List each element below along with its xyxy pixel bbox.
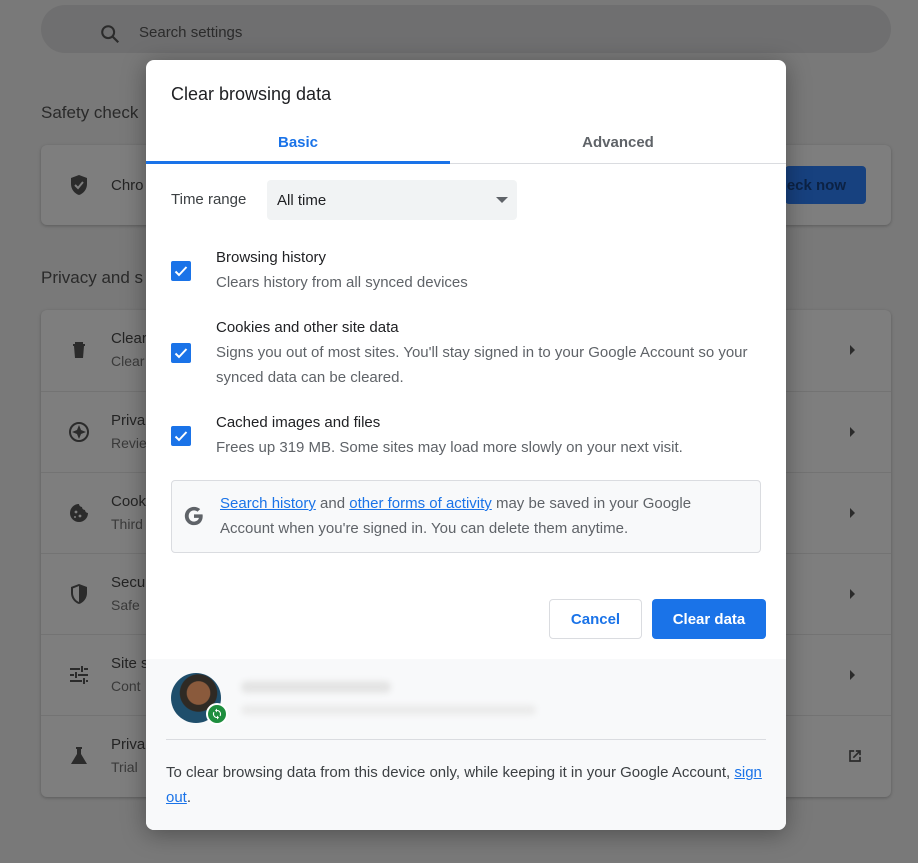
row-subtitle: Cont — [111, 678, 141, 694]
footer-text-after: . — [186, 789, 192, 806]
safety-check-title: Safety check — [41, 103, 139, 122]
row-subtitle: Safe — [111, 597, 140, 613]
cancel-button[interactable]: Cancel — [549, 599, 642, 639]
browsing-history-checkbox[interactable] — [171, 261, 191, 281]
trash-icon — [73, 342, 85, 358]
row-title: Priva — [111, 736, 146, 753]
open-external-icon — [849, 750, 861, 762]
search-placeholder: Search settings — [139, 24, 243, 41]
dialog-title: Clear browsing data — [171, 84, 332, 104]
settings-search-bar[interactable]: Search settings — [41, 5, 891, 53]
checkmark-icon — [174, 266, 188, 277]
dialog-footer: To clear browsing data from this device … — [146, 659, 786, 830]
compass-icon — [69, 422, 89, 442]
footer-divider — [166, 739, 766, 740]
account-name-blurred — [241, 681, 391, 693]
arrow-right-icon — [850, 345, 855, 355]
shield-icon — [71, 584, 87, 604]
account-email-blurred — [241, 705, 536, 715]
google-activity-notice: Search history and other forms of activi… — [171, 480, 761, 553]
time-range-select[interactable]: All time — [267, 180, 517, 220]
checkmark-icon — [174, 431, 188, 442]
option-title: Browsing history — [216, 249, 327, 266]
check-now-button[interactable]: eck now — [785, 166, 866, 204]
cookie-icon — [70, 504, 88, 522]
row-subtitle: Trial — [111, 759, 138, 775]
safety-row-text: Chro — [111, 177, 144, 194]
clear-browsing-data-dialog: Clear browsing data Basic Advanced Time … — [146, 60, 786, 830]
time-range-value: All time — [277, 191, 327, 209]
option-title: Cookies and other site data — [216, 319, 399, 336]
checkmark-icon — [174, 348, 188, 359]
google-notice-text: Search history and other forms of activi… — [220, 491, 745, 541]
arrow-right-icon — [850, 508, 855, 518]
time-range-label: Time range — [171, 191, 247, 208]
cookies-checkbox[interactable] — [171, 343, 191, 363]
row-title: Secu — [111, 574, 146, 591]
cached-images-checkbox[interactable] — [171, 426, 191, 446]
footer-text: To clear browsing data from this device … — [166, 760, 766, 810]
notice-and-text: and — [320, 495, 346, 512]
row-subtitle: Third — [111, 516, 143, 532]
clear-data-button[interactable]: Clear data — [652, 599, 766, 639]
row-subtitle: Clear — [111, 353, 145, 369]
row-title: Clear — [111, 330, 147, 347]
row-title: Priva — [111, 412, 146, 429]
option-description: Signs you out of most sites. You'll stay… — [216, 344, 748, 386]
search-icon — [101, 25, 120, 44]
tab-basic[interactable]: Basic — [146, 120, 450, 164]
arrow-right-icon — [850, 589, 855, 599]
sync-icon — [206, 703, 228, 725]
option-description: Clears history from all synced devices — [216, 274, 468, 291]
option-title: Cached images and files — [216, 414, 381, 431]
privacy-section-title: Privacy and s — [41, 268, 144, 287]
other-activity-link[interactable]: other forms of activity — [349, 495, 492, 512]
arrow-right-icon — [850, 670, 855, 680]
tab-advanced[interactable]: Advanced — [466, 120, 770, 164]
arrow-right-icon — [850, 427, 855, 437]
row-title: Cook — [111, 493, 147, 510]
search-history-link[interactable]: Search history — [220, 495, 316, 512]
row-subtitle: Revie — [111, 435, 147, 451]
row-title: Site s — [111, 655, 149, 672]
dropdown-arrow-icon — [496, 197, 508, 203]
footer-text-before: To clear browsing data from this device … — [166, 764, 731, 781]
shield-check-icon — [71, 175, 87, 195]
sliders-icon — [70, 666, 88, 684]
google-g-icon — [184, 506, 203, 526]
dialog-tabs: Basic Advanced — [146, 120, 786, 164]
flask-icon — [71, 747, 87, 764]
option-description: Frees up 319 MB. Some sites may load mor… — [216, 439, 683, 456]
active-tab-indicator — [146, 161, 450, 164]
